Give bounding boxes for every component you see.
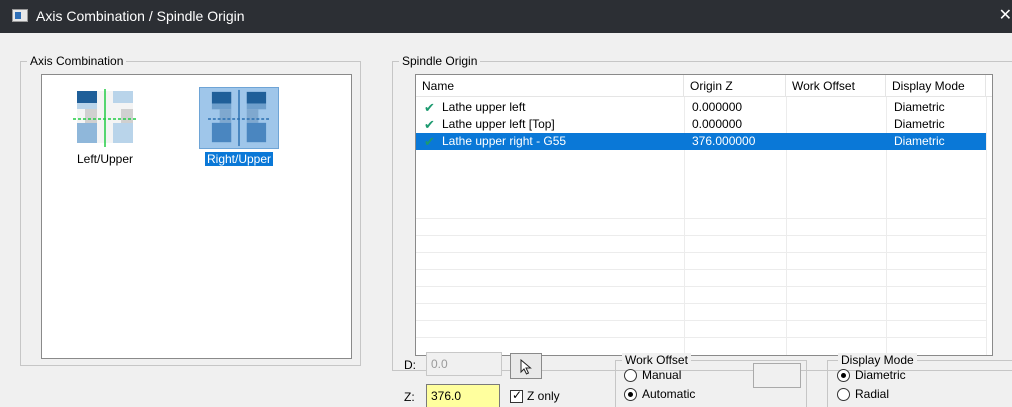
manual-radio-label: Manual bbox=[642, 368, 682, 382]
title-bar: Axis Combination / Spindle Origin ✕ bbox=[0, 0, 1012, 33]
work-offset-field[interactable] bbox=[753, 363, 801, 388]
z-only-label: Z only bbox=[527, 389, 560, 403]
axis-item-label: Right/Upper bbox=[204, 152, 274, 166]
spindle-origin-group: Spindle Origin Name Origin Z Work Offset… bbox=[392, 54, 1012, 371]
cursor-arrow-icon bbox=[520, 359, 532, 375]
list-header: Name Origin Z Work Offset Display Mode bbox=[416, 75, 992, 97]
axis-item-label: Left/Upper bbox=[76, 152, 134, 166]
lathe-right-upper-icon bbox=[199, 87, 279, 149]
row-name: Lathe upper left [Top] bbox=[442, 117, 555, 131]
pick-point-button[interactable] bbox=[510, 353, 542, 379]
check-mark-icon: ✔ bbox=[424, 134, 435, 149]
row-name: Lathe upper right - G55 bbox=[442, 134, 567, 148]
automatic-radio[interactable] bbox=[624, 388, 637, 401]
z-label: Z: bbox=[404, 390, 415, 404]
row-origin-z: 376.000000 bbox=[692, 134, 756, 148]
axis-item-right-upper[interactable]: Right/Upper bbox=[194, 87, 284, 166]
table-row[interactable]: ✔ Lathe upper left 0.000000 Diametric bbox=[416, 99, 986, 116]
work-offset-label: Work Offset bbox=[622, 353, 691, 367]
check-mark-icon: ✔ bbox=[424, 117, 435, 132]
axis-item-left-upper[interactable]: Left/Upper bbox=[60, 87, 150, 166]
radial-radio-label: Radial bbox=[855, 387, 890, 401]
diametric-radio[interactable] bbox=[837, 369, 850, 382]
row-display-mode: Diametric bbox=[894, 117, 945, 131]
axis-combination-group: Axis Combination Left/Upper Right/Upper bbox=[20, 54, 361, 366]
z-field[interactable]: 376.0 bbox=[426, 384, 500, 407]
dialog-body: Axis Combination Left/Upper Right/Upper … bbox=[0, 33, 1012, 407]
row-display-mode: Diametric bbox=[894, 100, 945, 114]
row-work-offset bbox=[786, 99, 792, 116]
row-origin-z: 0.000000 bbox=[692, 117, 743, 131]
spindle-origin-list[interactable]: Name Origin Z Work Offset Display Mode ✔… bbox=[415, 74, 993, 356]
column-header-display-mode[interactable]: Display Mode bbox=[886, 75, 986, 97]
spindle-origin-label: Spindle Origin bbox=[399, 54, 481, 68]
check-mark-icon: ✔ bbox=[424, 100, 435, 115]
diametric-radio-label: Diametric bbox=[855, 368, 906, 382]
d-field[interactable]: 0.0 bbox=[426, 352, 502, 376]
window-title: Axis Combination / Spindle Origin bbox=[36, 8, 245, 24]
z-only-checkbox[interactable] bbox=[510, 388, 523, 403]
radial-radio[interactable] bbox=[837, 388, 850, 401]
column-header-work-offset[interactable]: Work Offset bbox=[786, 75, 886, 97]
row-origin-z: 0.000000 bbox=[692, 100, 743, 114]
d-label: D: bbox=[404, 358, 416, 372]
axis-combination-label: Axis Combination bbox=[27, 54, 127, 68]
column-header-origin-z[interactable]: Origin Z bbox=[684, 75, 786, 97]
manual-radio[interactable] bbox=[624, 369, 637, 382]
close-icon[interactable]: ✕ bbox=[996, 5, 1012, 25]
row-work-offset bbox=[786, 133, 792, 150]
table-row[interactable]: ✔ Lathe upper left [Top] 0.000000 Diamet… bbox=[416, 116, 986, 133]
axis-combination-panel: Left/Upper Right/Upper bbox=[41, 74, 352, 359]
row-name: Lathe upper left bbox=[442, 100, 526, 114]
row-display-mode: Diametric bbox=[894, 134, 945, 148]
automatic-radio-label: Automatic bbox=[642, 387, 696, 401]
table-row-selected[interactable]: ✔ Lathe upper right - G55 376.000000 Dia… bbox=[416, 133, 986, 150]
column-header-name[interactable]: Name bbox=[416, 75, 684, 97]
app-icon bbox=[12, 9, 28, 22]
row-work-offset bbox=[786, 116, 792, 133]
lathe-left-upper-icon bbox=[65, 87, 145, 149]
display-mode-label: Display Mode bbox=[838, 353, 917, 367]
